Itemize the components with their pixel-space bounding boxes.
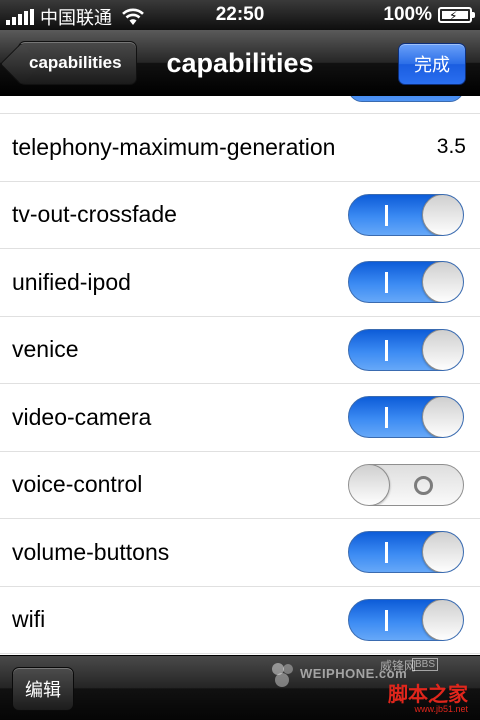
watermark: WEIPHONE.com 威锋网 BBS 脚本之家 www.jb51.net <box>268 658 468 718</box>
toggle-knob <box>422 397 463 438</box>
back-button-label: capabilities <box>29 53 122 72</box>
row-label: unified-ipod <box>12 268 131 295</box>
list-item-volume-buttons: volume-buttons <box>0 519 480 587</box>
video-camera-toggle[interactable] <box>348 396 464 439</box>
toggle-knob <box>422 329 463 370</box>
list-item-tv-out-crossfade: tv-out-crossfade <box>0 182 480 249</box>
list-rows: telephony-maximum-generation 3.5 tv-out-… <box>0 114 480 654</box>
toggle-on-icon <box>385 339 388 361</box>
toggle-on-icon <box>385 542 388 564</box>
voice-control-toggle[interactable] <box>348 463 464 506</box>
toggle-on-icon <box>348 96 464 102</box>
toggle-knob <box>422 532 463 573</box>
watermark-bbs: BBS <box>411 658 438 671</box>
venice-toggle[interactable] <box>348 328 464 371</box>
back-button[interactable]: capabilities <box>18 41 137 85</box>
row-value: 3.5 <box>436 135 466 159</box>
row-label: volume-buttons <box>12 538 170 565</box>
done-button[interactable]: 完成 <box>398 43 466 85</box>
battery-percent: 100% <box>383 4 432 25</box>
list-item-partial <box>0 96 480 114</box>
watermark-cn: 威锋网 <box>379 659 416 673</box>
page-title: capabilities <box>166 48 314 78</box>
navigation-bar: capabilities capabilities 完成 <box>0 30 480 96</box>
row-label: venice <box>12 336 79 363</box>
list-item-voice-control: voice-control <box>0 452 480 519</box>
row-label: tv-out-crossfade <box>12 201 177 228</box>
toggle-on-icon <box>385 609 388 631</box>
weiphone-logo-icon <box>272 663 293 687</box>
status-right: 100% ⚡ <box>383 4 475 26</box>
row-label: wifi <box>12 606 46 633</box>
status-bar: 中国联通 22:50 100% ⚡ <box>0 0 480 30</box>
toggle-knob <box>422 262 463 303</box>
capabilities-list[interactable]: telephony-maximum-generation 3.5 tv-out-… <box>0 96 480 655</box>
watermark-site: 脚本之家 <box>388 684 468 706</box>
list-item-video-camera: video-camera <box>0 384 480 452</box>
list-item-unified-ipod: unified-ipod <box>0 249 480 317</box>
volume-buttons-toggle[interactable] <box>348 531 464 574</box>
list-item-telephony-maximum-generation[interactable]: telephony-maximum-generation 3.5 <box>0 114 480 182</box>
watermark-url: www.jb51.net <box>414 704 468 714</box>
toggle-on-icon <box>385 204 388 226</box>
toggle-knob <box>422 599 463 640</box>
unified-ipod-toggle[interactable] <box>348 261 464 304</box>
toggle-on-icon <box>385 272 388 294</box>
list-item-venice: venice <box>0 317 480 384</box>
tv-out-crossfade-toggle[interactable] <box>348 193 464 236</box>
toggle-knob <box>349 464 390 505</box>
toggle-knob <box>422 194 463 235</box>
row-label: voice-control <box>12 471 143 498</box>
wifi-toggle[interactable] <box>348 598 464 641</box>
row-label: video-camera <box>12 403 152 430</box>
row-label: telephony-maximum-generation <box>12 133 336 160</box>
battery-icon: ⚡ <box>438 7 475 23</box>
list-item-wifi: wifi <box>0 587 480 654</box>
bottom-toolbar: 编辑 WEIPHONE.com 威锋网 BBS 脚本之家 www.jb51.ne… <box>0 655 480 720</box>
edit-button[interactable]: 编辑 <box>12 667 74 711</box>
toggle-off-icon <box>414 475 433 495</box>
toggle-on-icon <box>385 407 388 429</box>
